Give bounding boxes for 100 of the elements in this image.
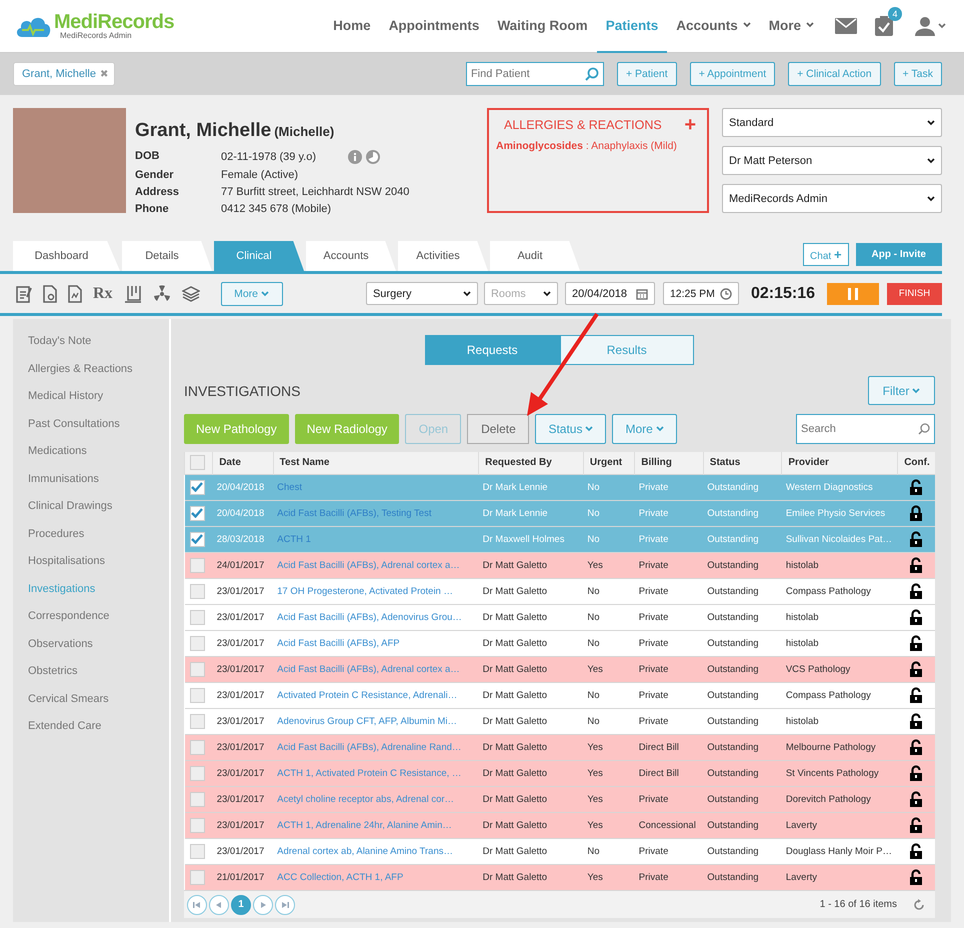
action-button[interactable]: Delete	[467, 414, 530, 444]
tab[interactable]: Audit	[490, 241, 580, 271]
table-row[interactable]: 23/01/2017 Acid Fast Bacilli (AFBs), Adrenal cortex a… Dr Matt Galetto Yes Private Outstanding VCS Pathology	[184, 656, 935, 682]
add-button[interactable]: + Task	[894, 62, 942, 86]
test-name-link[interactable]: Acid Fast Bacilli (AFBs), AFP	[273, 630, 479, 656]
row-checkbox[interactable]	[190, 662, 204, 676]
row-checkbox[interactable]	[190, 792, 204, 806]
table-row[interactable]: 21/01/2017 ACC Collection, ACTH 1, AFP Dr Matt Galetto Yes Private Outstanding Laverty	[184, 864, 935, 890]
sidebar-item[interactable]: Obstetrics	[28, 665, 169, 681]
sidebar-item[interactable]: Today's Note	[28, 335, 169, 351]
sidebar-item[interactable]: Allergies & Reactions	[28, 362, 169, 378]
previous-page-button[interactable]	[209, 894, 229, 914]
test-name-link[interactable]: Chest	[273, 474, 479, 500]
add-button[interactable]: + Patient	[616, 62, 677, 86]
nav-link[interactable]: Accounts	[667, 0, 760, 52]
sidebar-item[interactable]: Observations	[28, 638, 169, 654]
dropdown[interactable]: Standard	[722, 108, 942, 137]
test-name-link[interactable]: Acid Fast Bacilli (AFBs), Adrenaline Rand…	[273, 734, 479, 760]
tab[interactable]: Activities	[398, 241, 488, 271]
finish-button[interactable]: FINISH	[887, 282, 942, 304]
pause-button[interactable]	[827, 282, 879, 304]
sidebar-item[interactable]: Clinical Drawings	[28, 500, 169, 516]
sidebar-item[interactable]: Medications	[28, 445, 169, 461]
search-field[interactable]: Search	[796, 414, 935, 444]
add-allergy-button[interactable]: +	[684, 118, 696, 132]
table-row[interactable]: 23/01/2017 Acetyl choline receptor abs, Adrenal cor… Dr Matt Galetto Yes Private Outstanding Dorevitch Pathology	[184, 786, 935, 812]
date-field[interactable]: 20/04/2018	[564, 282, 655, 305]
first-page-button[interactable]	[187, 894, 207, 914]
table-row[interactable]: 20/04/2018 Chest Dr Mark Lennie No Private Outstanding Western Diagnostics	[184, 474, 935, 500]
table-row[interactable]: 23/01/2017 ACTH 1, Activated Protein C Resistance, … Dr Matt Galetto Yes Direct Bill Outstanding St Vincents Pathology	[184, 760, 935, 786]
table-row[interactable]: 23/01/2017 17 OH Progesterone, Activated Protein … Dr Matt Galetto No Private Outstanding Compass Pathology	[184, 578, 935, 604]
table-row[interactable]: 23/01/2017 Activated Protein C Resistance, Adrenali… Dr Matt Galetto No Private Outstanding Compass Pathology	[184, 682, 935, 708]
sidebar-item[interactable]: Cervical Smears	[28, 692, 169, 708]
test-name-link[interactable]: ACC Collection, ACTH 1, AFP	[273, 864, 479, 890]
rooms-dropdown[interactable]: Rooms	[484, 282, 558, 305]
tab[interactable]: Clinical	[214, 241, 304, 271]
test-name-link[interactable]: Acid Fast Bacilli (AFBs), Testing Test	[273, 500, 479, 526]
select-all-checkbox[interactable]	[190, 455, 205, 470]
table-row[interactable]: 23/01/2017 Adenovirus Group CFT, AFP, Albumin Mi… Dr Matt Galetto No Private Outstanding histolab	[184, 708, 935, 734]
sidebar-item[interactable]: Procedures	[28, 528, 169, 544]
table-row[interactable]: 23/01/2017 Adrenal cortex ab, Alanine Amino Trans… Dr Matt Galetto No Private Outstanding Douglass Hanly Moir P…	[184, 838, 935, 864]
nav-link[interactable]: Home	[324, 0, 380, 52]
sidebar-item[interactable]: Hospitalisations	[28, 555, 169, 571]
sidebar-item[interactable]: Immunisations	[28, 472, 169, 488]
segment-tab[interactable]: Results	[560, 335, 694, 365]
patient-tab[interactable]: Grant, Michelle ✖	[13, 62, 115, 86]
invite-button[interactable]: App - Invite	[856, 243, 942, 266]
row-checkbox[interactable]	[190, 584, 204, 598]
segment-tab[interactable]: Requests	[425, 335, 560, 365]
row-checkbox[interactable]	[190, 740, 204, 754]
table-row[interactable]: 23/01/2017 ACTH 1, Adrenaline 24hr, Alanine Amin… Dr Matt Galetto Yes Concessional Outstanding Laverty	[184, 812, 935, 838]
close-icon[interactable]: ✖	[100, 68, 108, 80]
test-name-link[interactable]: Adenovirus Group CFT, AFP, Albumin Mi…	[273, 708, 479, 734]
last-page-button[interactable]	[275, 894, 295, 914]
row-checkbox[interactable]	[190, 714, 204, 728]
row-checkbox[interactable]	[190, 506, 204, 520]
nav-link[interactable]: Appointments	[380, 0, 488, 52]
table-row[interactable]: 23/01/2017 Acid Fast Bacilli (AFBs), AFP Dr Matt Galetto No Private Outstanding histolab	[184, 630, 935, 656]
row-checkbox[interactable]	[190, 818, 204, 832]
tab[interactable]: Dashboard	[13, 241, 120, 271]
test-name-link[interactable]: Adrenal cortex ab, Alanine Amino Trans…	[273, 838, 479, 864]
test-name-link[interactable]: Acid Fast Bacilli (AFBs), Adrenal cortex a…	[273, 656, 479, 682]
add-button[interactable]: + Appointment	[690, 62, 776, 86]
table-row[interactable]: 24/01/2017 Acid Fast Bacilli (AFBs), Adrenal cortex a… Dr Matt Galetto Yes Private Outstanding histolab	[184, 552, 935, 578]
chat-button[interactable]: Chat +	[803, 243, 849, 266]
tab[interactable]: Details	[122, 241, 212, 271]
test-name-link[interactable]: Activated Protein C Resistance, Adrenali…	[273, 682, 479, 708]
test-name-link[interactable]: Acid Fast Bacilli (AFBs), Adenovirus Grou…	[273, 604, 479, 630]
sidebar-item[interactable]: Medical History	[28, 390, 169, 406]
row-checkbox[interactable]	[190, 766, 204, 780]
test-name-link[interactable]: Acetyl choline receptor abs, Adrenal cor…	[273, 786, 479, 812]
sidebar-item[interactable]: Past Consultations	[28, 418, 169, 434]
location-dropdown[interactable]: Surgery	[366, 282, 478, 305]
row-checkbox[interactable]	[190, 480, 204, 494]
table-row[interactable]: 23/01/2017 Acid Fast Bacilli (AFBs), Adenovirus Grou… Dr Matt Galetto No Private Outstanding histolab	[184, 604, 935, 630]
sidebar-item[interactable]: Investigations	[28, 582, 169, 598]
row-checkbox[interactable]	[190, 532, 204, 546]
row-checkbox[interactable]	[190, 636, 204, 650]
dropdown[interactable]: Dr Matt Peterson	[722, 146, 942, 175]
table-row[interactable]: 28/03/2018 ACTH 1 Dr Maxwell Holmes No Private Outstanding Sullivan Nicolaides Pat…	[184, 526, 935, 552]
table-row[interactable]: 23/01/2017 Acid Fast Bacilli (AFBs), Adrenaline Rand… Dr Matt Galetto Yes Direct Bill Outstanding Melbourne Pathology	[184, 734, 935, 760]
action-button[interactable]: New Pathology	[184, 414, 289, 444]
test-name-link[interactable]: 17 OH Progesterone, Activated Protein …	[273, 578, 479, 604]
next-page-button[interactable]	[253, 894, 273, 914]
row-checkbox[interactable]	[190, 844, 204, 858]
search-field[interactable]: Find Patient	[466, 62, 604, 86]
tab[interactable]: Accounts	[306, 241, 396, 271]
filter-button[interactable]: Filter	[868, 376, 935, 405]
more-button[interactable]: More	[220, 282, 283, 306]
time-field[interactable]: 12:25 PM	[662, 282, 739, 305]
row-checkbox[interactable]	[190, 558, 204, 572]
add-button[interactable]: + Clinical Action	[788, 62, 881, 86]
test-name-link[interactable]: Acid Fast Bacilli (AFBs), Adrenal cortex a…	[273, 552, 479, 578]
nav-link[interactable]: More	[760, 0, 823, 52]
row-checkbox[interactable]	[190, 870, 204, 885]
action-button[interactable]: Status	[535, 414, 606, 444]
nav-link[interactable]: Waiting Room	[488, 0, 597, 52]
action-button[interactable]: New Radiology	[294, 414, 400, 444]
dropdown[interactable]: MediRecords Admin	[722, 184, 942, 213]
test-name-link[interactable]: ACTH 1, Activated Protein C Resistance, …	[273, 760, 479, 786]
